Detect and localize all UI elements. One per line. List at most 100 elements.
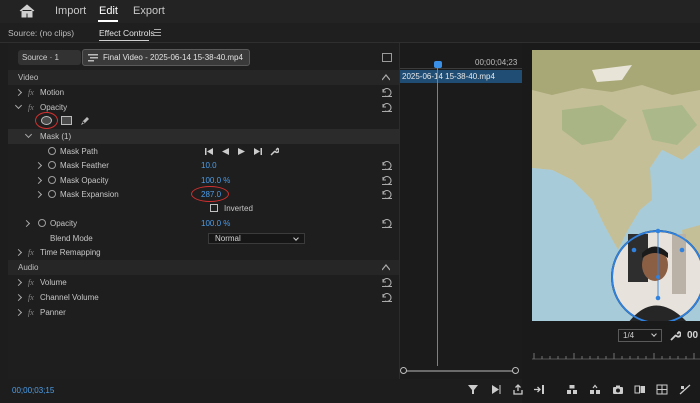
mask-row[interactable]: Mask (1): [8, 129, 399, 144]
expand-chevron-icon[interactable]: [22, 219, 31, 228]
track-backward-one-frame-icon[interactable]: [205, 147, 214, 156]
program-time-ruler[interactable]: [532, 348, 700, 360]
section-collapse-icon[interactable]: [382, 264, 390, 271]
fx-icon[interactable]: fx: [28, 305, 34, 320]
mask-opacity-label: Mask Opacity: [60, 176, 109, 185]
panel-menu-icon[interactable]: [154, 29, 161, 36]
track-forward-one-frame-icon[interactable]: [253, 147, 262, 156]
fx-icon[interactable]: fx: [28, 85, 34, 100]
filter-icon[interactable]: [467, 384, 479, 395]
channel-volume-row[interactable]: fx Channel Volume: [8, 290, 399, 305]
multicam-icon[interactable]: [656, 384, 668, 395]
rectangle-mask-tool-icon[interactable]: [61, 116, 72, 125]
fx-icon: fx: [28, 248, 34, 257]
stopwatch-icon[interactable]: [38, 219, 46, 227]
stopwatch-icon[interactable]: [48, 190, 56, 198]
reset-icon[interactable]: [382, 161, 392, 170]
menu-export[interactable]: Export: [133, 5, 165, 17]
stopwatch-icon[interactable]: [48, 176, 56, 184]
motion-row[interactable]: fx Motion: [8, 85, 399, 100]
effect-timeline: 00;00;04;23 2025-06-14 15-38-40.mp4: [399, 43, 523, 379]
reset-icon[interactable]: [382, 88, 392, 97]
program-monitor: 1/4 00: [522, 43, 700, 403]
time-remapping-row[interactable]: fx Time Remapping: [8, 245, 399, 260]
timeline-zoom-scrollbar[interactable]: [400, 367, 519, 375]
settings-wrench-icon[interactable]: [670, 330, 681, 341]
section-collapse-icon[interactable]: [382, 74, 390, 81]
blend-mode-select[interactable]: Normal: [208, 233, 305, 244]
volume-row[interactable]: fx Volume: [8, 275, 399, 290]
channel-volume-label: Channel Volume: [40, 293, 99, 302]
track-backward-icon[interactable]: [221, 147, 230, 156]
home-icon[interactable]: [18, 4, 36, 18]
clip-button[interactable]: Final Video - 2025-06-14 15-38-40.mp4: [82, 49, 250, 66]
expand-chevron-icon[interactable]: [14, 88, 23, 97]
inverted-row: Inverted: [8, 201, 399, 216]
comparison-view-icon[interactable]: [634, 384, 646, 395]
stopwatch-icon[interactable]: [48, 147, 56, 155]
reset-icon[interactable]: [382, 293, 392, 302]
collapse-chevron-icon[interactable]: [24, 130, 33, 139]
scroll-start-handle[interactable]: [400, 367, 407, 374]
insert-icon[interactable]: [533, 384, 545, 395]
tab-source[interactable]: Source: (no clips): [8, 28, 74, 38]
current-timecode[interactable]: 00;00;03;15: [12, 386, 54, 395]
fx-icon[interactable]: fx: [28, 290, 34, 305]
zoom-level-select[interactable]: 1/4: [618, 329, 662, 342]
wrench-icon[interactable]: [270, 147, 279, 156]
timeline-ruler[interactable]: [400, 68, 523, 69]
playhead-handle[interactable]: [434, 61, 442, 68]
track-forward-icon[interactable]: [237, 147, 246, 156]
expand-chevron-icon[interactable]: [14, 293, 23, 302]
scroll-end-handle[interactable]: [512, 367, 519, 374]
program-timecode[interactable]: 00: [687, 330, 698, 341]
timeline-clip[interactable]: 2025-06-14 15-38-40.mp4: [400, 70, 522, 83]
extract-icon[interactable]: [589, 384, 601, 395]
tab-effect-controls[interactable]: Effect Controls: [99, 28, 155, 38]
stopwatch-icon[interactable]: [48, 161, 56, 169]
blend-mode-value: Normal: [215, 234, 241, 243]
mask-expansion-row: Mask Expansion 287.0: [8, 186, 399, 202]
expand-chevron-icon[interactable]: [34, 176, 43, 185]
expand-chevron-icon[interactable]: [14, 308, 23, 317]
inverted-checkbox[interactable]: [210, 204, 218, 212]
play-only-audio-icon[interactable]: [490, 384, 502, 395]
opacity-property-value[interactable]: 100.0 %: [201, 216, 230, 231]
panner-row[interactable]: fx Panner: [8, 305, 399, 320]
collapse-chevron-icon[interactable]: [14, 101, 23, 110]
audio-section-label: Audio: [18, 263, 39, 272]
annotation-circle: [191, 186, 229, 202]
reset-icon[interactable]: [382, 190, 392, 199]
expand-chevron-icon[interactable]: [14, 248, 23, 257]
export-frame-icon[interactable]: [512, 384, 524, 395]
expand-chevron-icon[interactable]: [34, 190, 43, 199]
pen-mask-tool-icon[interactable]: [79, 115, 91, 127]
video-frame-map[interactable]: [532, 50, 700, 321]
menu-edit[interactable]: Edit: [99, 5, 118, 17]
mask-feather-value[interactable]: 10.0: [201, 158, 217, 173]
reset-icon[interactable]: [382, 176, 392, 185]
sequence-icon: [88, 54, 98, 62]
chevron-down-icon: [293, 235, 299, 241]
mask-expansion-label: Mask Expansion: [60, 190, 119, 199]
blend-mode-row: Blend Mode Normal: [8, 231, 399, 246]
expand-chevron-icon[interactable]: [14, 278, 23, 287]
toggle-timeline-icon[interactable]: [382, 53, 392, 62]
trim-icon[interactable]: [679, 384, 691, 395]
panner-label: Panner: [40, 308, 66, 317]
fx-icon[interactable]: fx: [28, 275, 34, 290]
mask-path-label: Mask Path: [60, 147, 98, 156]
camera-icon[interactable]: [612, 384, 624, 395]
expand-chevron-icon[interactable]: [34, 161, 43, 170]
top-menu-bar: Import Edit Export: [0, 0, 700, 23]
chevron-down-icon: [651, 331, 657, 337]
scroll-track: [404, 370, 516, 372]
volume-label: Volume: [40, 278, 67, 287]
source-button[interactable]: Source · 1: [18, 50, 81, 65]
menu-import[interactable]: Import: [55, 5, 86, 17]
reset-icon[interactable]: [382, 219, 392, 228]
reset-icon[interactable]: [382, 103, 392, 112]
lift-icon[interactable]: [566, 384, 578, 395]
reset-icon[interactable]: [382, 278, 392, 287]
mask-feather-label: Mask Feather: [60, 161, 109, 170]
